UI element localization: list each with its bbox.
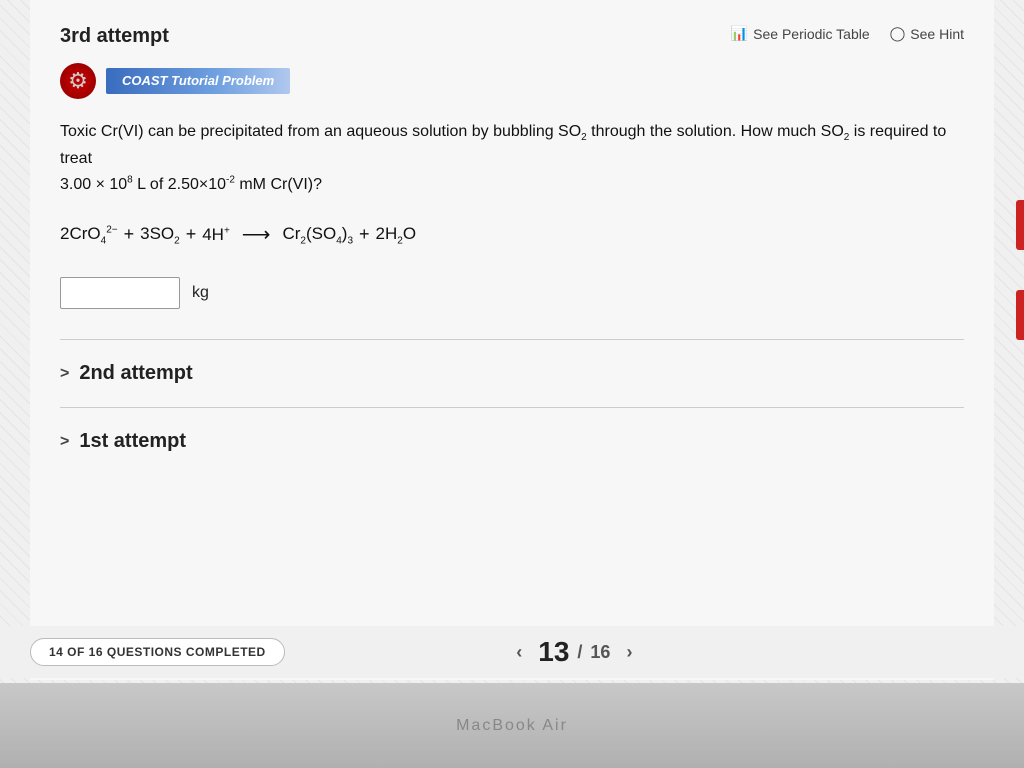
first-attempt-section[interactable]: > 1st attempt [60, 416, 964, 467]
table-icon: 📊 [731, 25, 748, 42]
eq-reactant2: 3SO2 [140, 224, 180, 246]
chevron-right-icon-1: > [60, 433, 69, 451]
eq-arrow: ⟶ [242, 222, 271, 247]
second-attempt-section[interactable]: > 2nd attempt [60, 348, 964, 399]
page-separator: / [577, 642, 582, 663]
divider-2 [60, 407, 964, 408]
page-nav: ‹ 13 / 16 › [508, 636, 640, 668]
red-indicator-1 [1016, 200, 1024, 250]
coast-label-text: COAST Tutorial Problem [122, 73, 274, 88]
progress-pill: 14 OF 16 QUESTIONS COMPLETED [30, 638, 285, 666]
chevron-right-icon-2: > [60, 365, 69, 383]
red-indicator-2 [1016, 290, 1024, 340]
first-attempt-title: 1st attempt [79, 430, 186, 453]
eq-plus3: + [359, 224, 370, 245]
answer-unit: kg [192, 284, 209, 302]
periodic-table-link[interactable]: 📊 See Periodic Table [731, 25, 870, 42]
macbook-label: MacBook Air [456, 717, 568, 735]
question-text: Toxic Cr(VI) can be precipitated from an… [60, 119, 964, 197]
eq-plus1: + [124, 224, 135, 245]
question-line2: 3.00 × 108 L of 2.50×10-2 mM Cr(VI)? [60, 176, 322, 193]
coast-label-bar: COAST Tutorial Problem [106, 68, 290, 94]
gear-icon [60, 63, 96, 99]
macbook-bar: MacBook Air [0, 683, 1024, 768]
see-hint-link[interactable]: ◯ See Hint [890, 25, 964, 42]
eq-product1: Cr2(SO4)3 [282, 224, 353, 246]
bottom-bar: 14 OF 16 QUESTIONS COMPLETED ‹ 13 / 16 › [0, 626, 1024, 678]
eq-reactant3: 4H+ [202, 225, 230, 245]
second-attempt-title: 2nd attempt [79, 362, 192, 385]
eq-plus2: + [186, 224, 197, 245]
attempt-title: 3rd attempt [60, 20, 169, 48]
current-page-number: 13 [538, 636, 569, 668]
divider-1 [60, 339, 964, 340]
top-bar: 3rd attempt 📊 See Periodic Table ◯ See H… [60, 20, 964, 48]
answer-input[interactable] [60, 277, 180, 309]
eq-product2: 2H2O [376, 224, 417, 246]
hint-icon: ◯ [890, 25, 906, 42]
next-page-button[interactable]: › [618, 638, 640, 667]
answer-area: kg [60, 277, 964, 309]
prev-page-button[interactable]: ‹ [508, 638, 530, 667]
coast-banner: COAST Tutorial Problem [60, 63, 964, 99]
top-right-links: 📊 See Periodic Table ◯ See Hint [731, 20, 964, 42]
question-line1: Toxic Cr(VI) can be precipitated from an… [60, 123, 946, 167]
eq-reactant1: 2CrO42− [60, 224, 118, 246]
equation-area: 2CrO42− + 3SO2 + 4H+ ⟶ Cr2(SO4)3 + 2H2O [60, 222, 964, 247]
total-pages-number: 16 [590, 642, 610, 663]
